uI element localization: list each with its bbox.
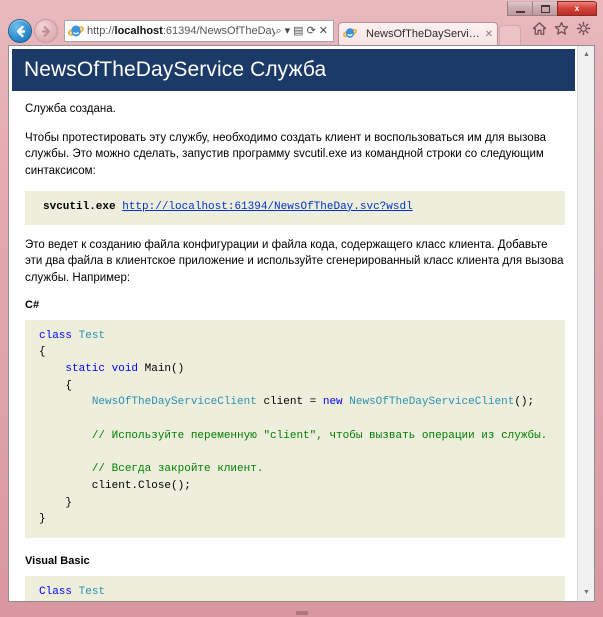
compatibility-view-icon[interactable]: ▤ xyxy=(293,25,303,37)
vb-code-block: Class Test Shared Sub Main() Dim client … xyxy=(25,576,565,601)
home-icon[interactable] xyxy=(532,21,547,41)
back-button[interactable] xyxy=(8,19,32,43)
url-text: http://localhost:61394/NewsOfTheDay.svc xyxy=(87,25,276,37)
browser-toolbar-right xyxy=(532,21,597,41)
csharp-label: C# xyxy=(25,298,40,311)
scroll-down-arrow-icon[interactable]: ▼ xyxy=(578,584,594,601)
page-scrollbar-vertical[interactable]: ▲ ▼ xyxy=(577,46,594,601)
tab-newsoftheday-service[interactable]: NewsOfTheDayService Слу… ✕ xyxy=(338,22,498,45)
refresh-icon[interactable]: ⟳ xyxy=(307,25,316,37)
page-viewport: NewsOfTheDayService Служба Служба создан… xyxy=(8,45,595,602)
tab-close-icon[interactable]: ✕ xyxy=(485,29,493,40)
tab-favicon-icon xyxy=(342,26,359,42)
page-title: NewsOfTheDayService Служба xyxy=(24,58,327,81)
close-button[interactable]: x xyxy=(557,1,597,16)
csharp-client-type-2: NewsOfTheDayServiceClient xyxy=(349,396,515,409)
back-arrow-icon xyxy=(16,25,25,37)
minimize-icon xyxy=(515,10,525,13)
address-bar[interactable]: http://localhost:61394/NewsOfTheDay.svc … xyxy=(64,20,334,42)
second-paragraph: Это ведет к созданию файла конфигурации … xyxy=(25,238,564,284)
search-icon[interactable]: ⌕ xyxy=(275,25,281,37)
ie-favicon-icon xyxy=(67,23,85,39)
minimize-button[interactable] xyxy=(507,1,533,16)
csharp-comment-use: // Используйте переменную "client", чтоб… xyxy=(91,429,548,442)
service-created-notice: Служба создана. xyxy=(25,103,116,115)
window-controls: x xyxy=(507,1,597,16)
forward-arrow-icon xyxy=(41,25,50,37)
scroll-up-arrow-icon[interactable]: ▲ xyxy=(578,46,594,63)
vb-label: Visual Basic xyxy=(25,555,90,568)
chevron-down-icon[interactable]: ▾ xyxy=(285,25,291,37)
csharp-client-type-1: NewsOfTheDayServiceClient xyxy=(91,396,257,409)
new-tab-button[interactable] xyxy=(499,25,521,45)
scrollbar-track[interactable] xyxy=(578,63,594,584)
page-body: Служба создана. Чтобы протестировать эту… xyxy=(9,91,579,601)
window-resize-grip[interactable] xyxy=(296,611,308,615)
csharp-code-block: class Test { static void Main() { NewsOf… xyxy=(25,319,565,539)
stop-icon[interactable]: ✕ xyxy=(319,25,328,37)
intro-paragraph: Чтобы протестировать эту службу, необход… xyxy=(25,131,547,178)
close-icon: x xyxy=(574,4,580,13)
wcf-service-page: NewsOfTheDayService Служба Служба создан… xyxy=(9,46,579,601)
address-bar-icons: ⌕ ▾ ▤ ⟳ ✕ xyxy=(275,25,330,37)
page-header: NewsOfTheDayService Служба xyxy=(12,49,575,91)
navigation-bar: http://localhost:61394/NewsOfTheDay.svc … xyxy=(6,17,597,45)
svcutil-command: svcutil.exe xyxy=(43,200,116,213)
maximize-button[interactable] xyxy=(532,1,558,16)
tab-strip: NewsOfTheDayService Слу… ✕ xyxy=(338,17,532,45)
maximize-icon xyxy=(540,4,550,13)
wsdl-link[interactable]: http://localhost:61394/NewsOfTheDay.svc?… xyxy=(122,201,412,213)
favorites-star-icon[interactable] xyxy=(554,21,569,41)
forward-button[interactable] xyxy=(34,19,58,43)
browser-window: x http://localhost:61394/NewsOfTheDay ⌕ … xyxy=(0,0,603,617)
csharp-comment-close: // Всегда закройте клиент. xyxy=(91,463,264,476)
title-bar: x xyxy=(0,0,603,16)
svcutil-command-box: svcutil.exe http://localhost:61394/NewsO… xyxy=(25,190,565,225)
gear-icon[interactable] xyxy=(576,21,591,41)
tab-title: NewsOfTheDayService Слу… xyxy=(366,28,481,40)
